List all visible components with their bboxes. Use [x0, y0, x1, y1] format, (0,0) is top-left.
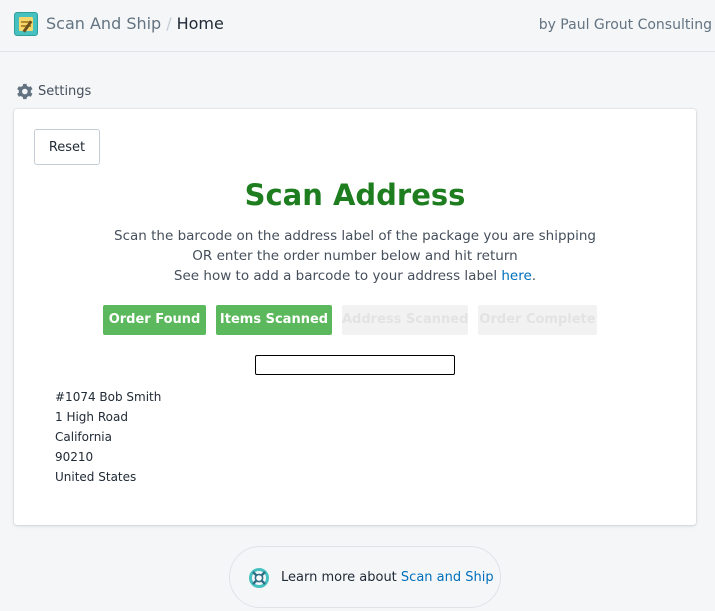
breadcrumb: Scan And Ship / Home: [46, 14, 224, 34]
progress-steps: Order Found Items Scanned Address Scanne…: [14, 305, 696, 335]
instruction-line-1: Scan the barcode on the address label of…: [114, 228, 596, 244]
settings-link[interactable]: Settings: [16, 82, 91, 100]
help-text: Learn more about Scan and Ship: [281, 568, 494, 588]
breadcrumb-separator: /: [166, 14, 172, 33]
reset-button[interactable]: Reset: [34, 129, 100, 165]
developer-byline: by Paul Grout Consulting: [538, 17, 712, 33]
address-line-order: #1074 Bob Smith: [55, 390, 162, 404]
instruction-line-3: See how to add a barcode to your address…: [14, 266, 696, 286]
breadcrumb-app-link[interactable]: Scan And Ship: [46, 14, 161, 33]
footer-help: Learn more about Scan and Ship: [229, 546, 501, 608]
address-line-zip: 90210: [55, 450, 94, 464]
step-order-complete: Order Complete: [478, 305, 597, 335]
step-items-scanned: Items Scanned: [216, 305, 332, 335]
breadcrumb-current-page: Home: [176, 14, 224, 33]
step-order-found: Order Found: [103, 305, 206, 335]
page-title: Scan Address: [244, 178, 466, 212]
gear-icon: [17, 83, 33, 99]
instruction-line-3-suffix: .: [531, 268, 537, 284]
barcode-help-link[interactable]: here: [501, 268, 531, 284]
instruction-line-3-text: See how to add a barcode to your address…: [173, 268, 502, 284]
address-line-country: United States: [55, 470, 137, 484]
step-address-scanned: Address Scanned: [342, 305, 468, 335]
scan-instructions: Scan the barcode on the address label of…: [14, 226, 696, 286]
address-line-street: 1 High Road: [55, 410, 128, 424]
app-logo-icon: [14, 12, 38, 36]
lifebuoy-icon: [249, 568, 269, 588]
help-link[interactable]: Scan and Ship: [401, 570, 494, 585]
help-prefix: Learn more about: [281, 570, 401, 585]
shipping-address: #1074 Bob Smith 1 High Road California 9…: [55, 387, 161, 487]
barcode-scan-input[interactable]: [255, 355, 455, 375]
top-bar: Scan And Ship / Home by Paul Grout Consult…: [0, 0, 715, 52]
address-line-state: California: [55, 430, 112, 444]
instruction-line-2: OR enter the order number below and hit …: [192, 248, 518, 264]
settings-label: Settings: [38, 83, 92, 99]
scan-card: Reset Scan Address Scan the barcode on t…: [14, 109, 696, 525]
